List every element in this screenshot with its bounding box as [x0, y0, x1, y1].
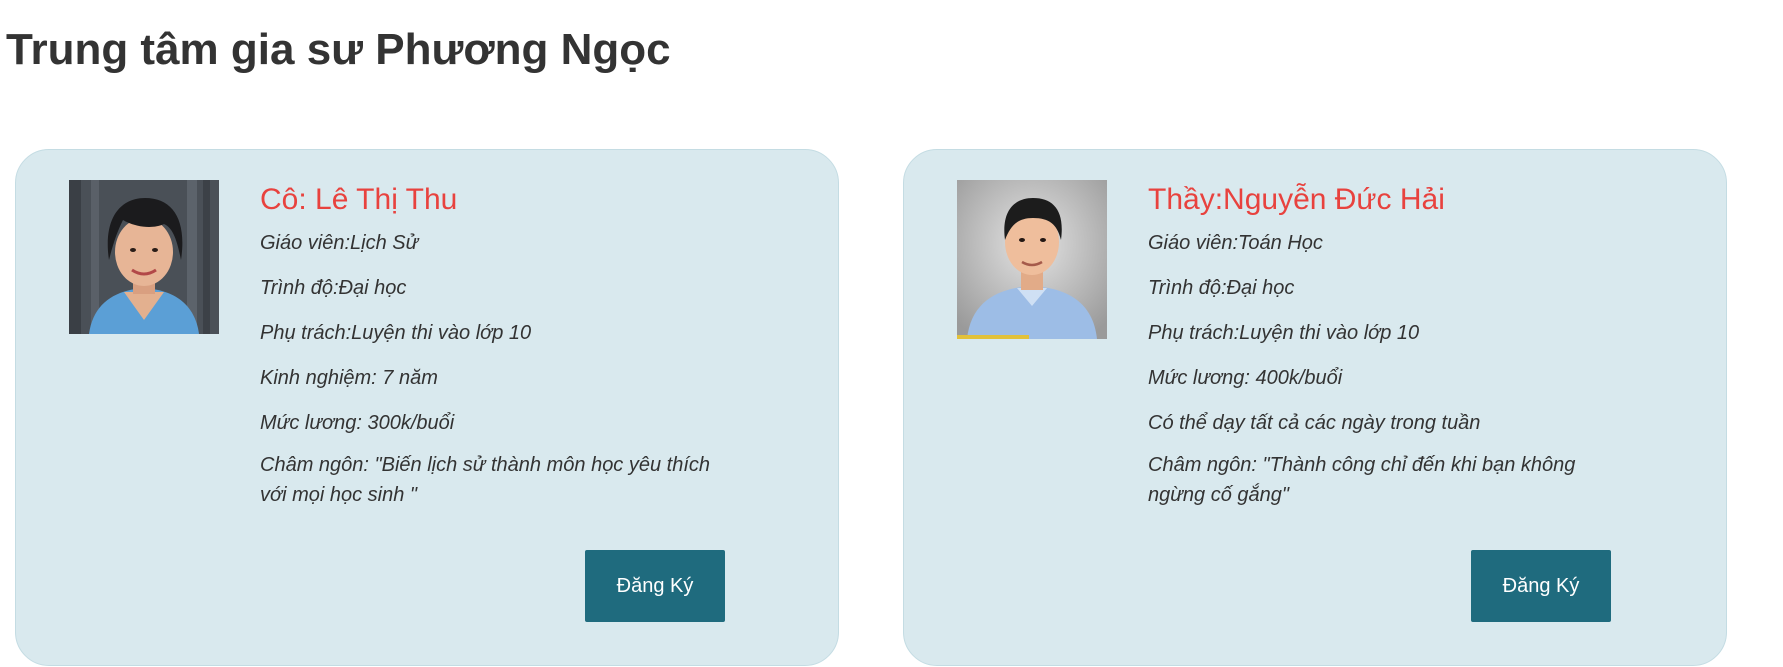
tutor-salary: Mức lương: 400k/buổi	[1148, 367, 1343, 389]
tutor-motto: Châm ngôn: "Thành công chỉ đến khi bạn k…	[1148, 454, 1576, 506]
tutor-availability: Có thể dạy tất cả các ngày trong tuần	[1148, 412, 1481, 434]
tutor-responsibility: Phụ trách:Luyện thi vào lớp 10	[1148, 322, 1420, 344]
portrait-woman-icon	[69, 180, 219, 334]
tutor-degree: Trình độ:Đại học	[1148, 277, 1295, 299]
tutor-card: Cô: Lê Thị Thu Giáo viên:Lịch Sử Trình đ…	[15, 149, 839, 666]
tutor-salary: Mức lương: 300k/buổi	[260, 412, 455, 434]
tutor-info: Cô: Lê Thị Thu Giáo viên:Lịch Sử Trình đ…	[260, 180, 730, 525]
tutor-responsibility: Phụ trách:Luyện thi vào lớp 10	[260, 322, 532, 344]
tutor-card: Thầy:Nguyễn Đức Hải Giáo viên:Toán Học T…	[903, 149, 1727, 666]
tutor-subject: Giáo viên:Toán Học	[1148, 232, 1323, 254]
tutor-degree: Trình độ:Đại học	[260, 277, 407, 299]
register-button[interactable]: Đăng Ký	[585, 550, 725, 622]
tutor-name: Cô: Lê Thị Thu	[260, 183, 458, 216]
tutor-info: Thầy:Nguyễn Đức Hải Giáo viên:Toán Học T…	[1148, 180, 1618, 525]
tutor-photo	[69, 180, 219, 334]
tutor-name: Thầy:Nguyễn Đức Hải	[1148, 183, 1445, 216]
tutor-motto: Châm ngôn: "Biến lịch sử thành môn học y…	[260, 454, 711, 506]
portrait-man-icon	[957, 180, 1107, 339]
tutor-photo	[957, 180, 1107, 339]
tutor-subject: Giáo viên:Lịch Sử	[260, 232, 419, 254]
tutor-experience: Kinh nghiệm: 7 năm	[260, 367, 438, 389]
page-title: Trung tâm gia sư Phương Ngọc	[6, 25, 671, 74]
register-button[interactable]: Đăng Ký	[1471, 550, 1611, 622]
